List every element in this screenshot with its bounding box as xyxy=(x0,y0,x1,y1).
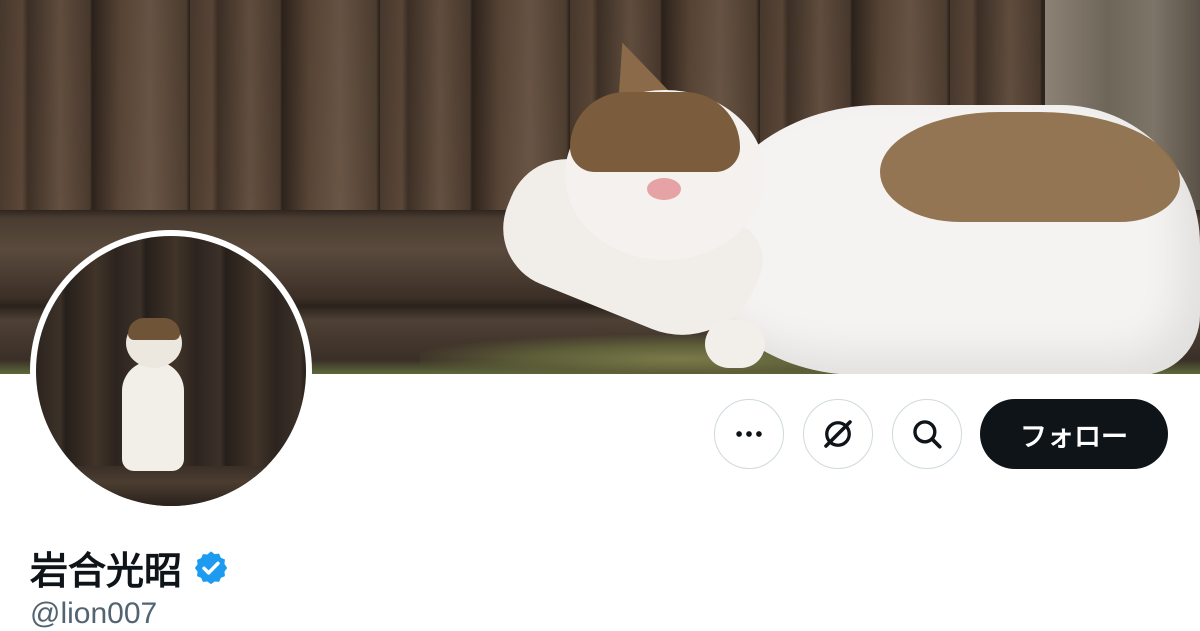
avatar-cat-body xyxy=(122,361,184,471)
avatar-photo xyxy=(36,236,306,506)
display-name: 岩合光昭 xyxy=(30,549,183,593)
follow-button-label: フォロー xyxy=(1020,421,1128,453)
grok-icon xyxy=(824,420,852,448)
profile-name-row: 岩合光昭 xyxy=(30,540,230,595)
banner-cat-head-patch xyxy=(570,92,740,172)
follow-button[interactable]: フォロー xyxy=(980,399,1168,469)
banner-cat-nose xyxy=(647,178,681,200)
verified-badge-icon[interactable] xyxy=(192,549,230,587)
avatar-cat-head-patch xyxy=(128,318,180,340)
more-horizontal-icon xyxy=(736,431,762,437)
avatar-ledge xyxy=(36,466,306,506)
banner-cat-front-paw xyxy=(705,320,765,368)
more-button[interactable] xyxy=(714,399,784,469)
profile-avatar[interactable] xyxy=(30,230,312,512)
search-icon xyxy=(913,420,942,449)
search-button[interactable] xyxy=(892,399,962,469)
profile-handle: @lion007 xyxy=(30,597,158,630)
grok-button[interactable] xyxy=(803,399,873,469)
